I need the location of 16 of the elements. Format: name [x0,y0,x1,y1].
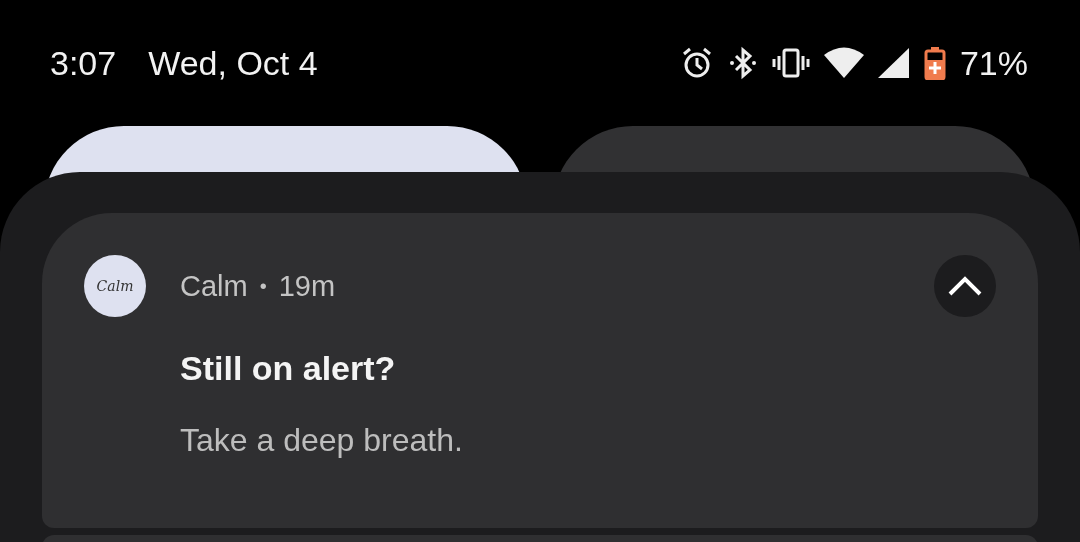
clock-time: 3:07 [50,43,117,83]
date: Wed, Oct 4 [148,43,318,83]
notification-time: 19m [278,269,336,303]
notification-body: Take a deep breath. [180,422,464,459]
chevron-up-icon [947,275,983,297]
app-icon: Calm [84,255,146,317]
signal-icon [877,46,910,80]
app-name: Calm [180,269,248,303]
vibrate-icon [771,46,810,80]
notification-card[interactable]: Calm Calm • 19m Still on alert? Take a deep breath. [42,213,1038,528]
battery-icon [923,46,946,80]
bluetooth-icon [727,46,758,80]
battery-percent: 71% [959,43,1028,83]
wifi-icon [823,46,864,80]
notification-title: Still on alert? [180,349,397,388]
separator-dot: • [259,274,267,298]
